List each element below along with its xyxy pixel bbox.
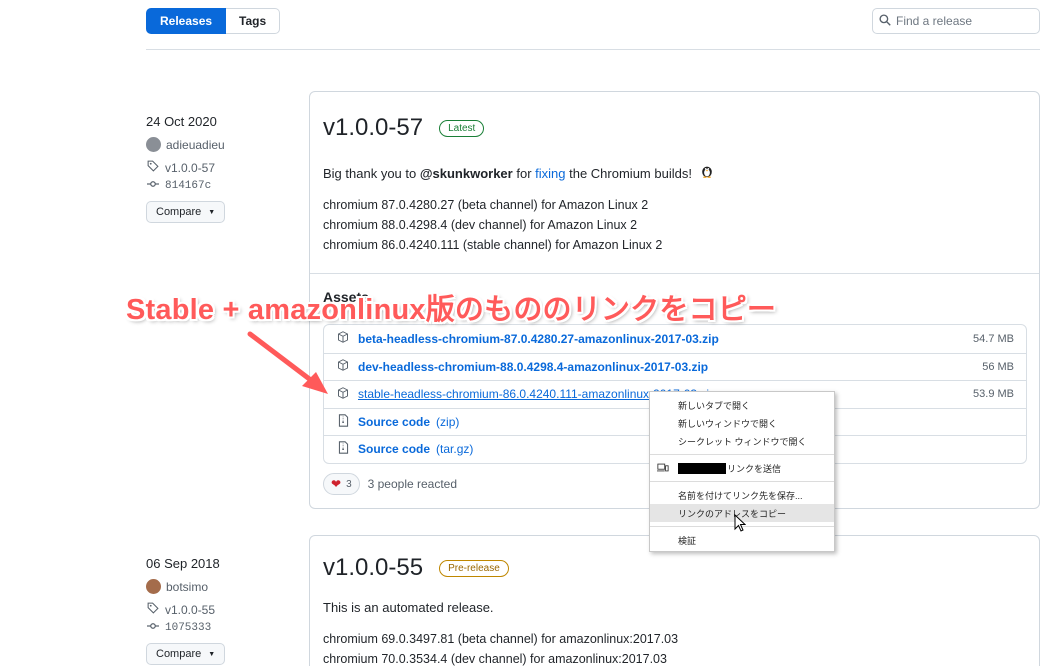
commit-sha: 814167c	[165, 180, 212, 192]
user-mention[interactable]: @skunkworker	[420, 166, 513, 181]
release-title[interactable]: v1.0.0-55	[323, 554, 423, 582]
note-line: chromium 70.0.3534.4 (dev channel) for a…	[323, 652, 667, 666]
compare-button[interactable]: Compare ▼	[146, 643, 226, 665]
avatar	[146, 579, 161, 594]
release-commit[interactable]: 1075333	[146, 621, 296, 635]
asset-row[interactable]: dev-headless-chromium-88.0.4298.4-amazon…	[324, 352, 1026, 381]
menu-open-new-tab[interactable]: 新しいタブで開く	[650, 396, 834, 414]
find-release-search[interactable]	[872, 8, 1040, 34]
menu-send-link-label: リンクを送信	[727, 463, 782, 474]
compare-button[interactable]: Compare ▼	[146, 201, 226, 223]
asset-format: (zip)	[436, 414, 460, 429]
menu-open-new-window[interactable]: 新しいウィンドウで開く	[650, 414, 834, 432]
reaction-count: 3	[346, 478, 352, 490]
compare-label: Compare	[156, 648, 202, 660]
commit-icon	[146, 179, 160, 193]
asset-name[interactable]: Source code	[358, 415, 430, 429]
chevron-down-icon: ▼	[208, 650, 216, 658]
heart-reaction-button[interactable]: ❤ 3	[323, 473, 360, 495]
commit-sha: 1075333	[165, 622, 212, 634]
release-title[interactable]: v1.0.0-57	[323, 114, 423, 142]
menu-save-link-as[interactable]: 名前を付けてリンク先を保存...	[650, 486, 834, 504]
commit-icon	[146, 621, 160, 635]
release-notes: chromium 69.0.3497.81 (beta channel) for…	[323, 629, 1025, 666]
tab-releases[interactable]: Releases	[146, 8, 227, 34]
desc-text: Big thank you to	[323, 166, 420, 181]
reactions: ❤ 3 3 people reacted	[323, 473, 457, 495]
menu-separator	[650, 481, 834, 482]
note-line: chromium 88.0.4298.4 (dev channel) for A…	[323, 218, 638, 232]
file-zip-icon	[336, 441, 350, 457]
redacted-device-name	[678, 462, 726, 474]
card-divider	[310, 273, 1039, 274]
annotation-arrow-icon	[247, 331, 328, 394]
menu-inspect[interactable]: 検証	[650, 531, 834, 549]
asset-format: (tar.gz)	[436, 442, 474, 457]
desc-text: for	[512, 166, 536, 181]
tag-icon	[146, 602, 160, 617]
author-name: adieuadieu	[166, 137, 225, 152]
mouse-cursor-icon	[734, 514, 746, 532]
avatar	[146, 137, 161, 152]
note-line: chromium 87.0.4280.27 (beta channel) for…	[323, 198, 649, 212]
header-divider	[146, 49, 1040, 50]
release-description: This is an automated release.	[323, 600, 494, 615]
latest-badge: Latest	[439, 119, 485, 137]
annotation-text: Stable + amazonlinux版のもののリンクをコピー	[126, 294, 777, 326]
menu-open-incognito[interactable]: シークレット ウィンドウで開く	[650, 432, 834, 450]
release-tabs: Releases Tags	[146, 8, 281, 34]
asset-name[interactable]: dev-headless-chromium-88.0.4298.4-amazon…	[358, 360, 708, 374]
tag-name: v1.0.0-55	[165, 602, 216, 617]
asset-name[interactable]: beta-headless-chromium-87.0.4280.27-amaz…	[358, 332, 719, 346]
menu-separator	[650, 454, 834, 455]
desc-text: the Chromium builds!	[565, 166, 692, 181]
tag-name: v1.0.0-57	[165, 160, 216, 175]
package-icon	[336, 359, 350, 374]
release-date: 06 Sep 2018	[146, 556, 220, 571]
chevron-down-icon: ▼	[208, 208, 216, 216]
tab-tags[interactable]: Tags	[226, 8, 281, 34]
release-description: Big thank you to @skunkworker for fixing…	[323, 164, 1025, 181]
file-zip-icon	[336, 414, 350, 430]
package-icon	[336, 386, 350, 402]
asset-size: 56 MB	[982, 360, 1014, 373]
release-meta-1: 24 Oct 2020 adieuadieu v1.0.0-57 814167c…	[146, 114, 296, 223]
release-tag[interactable]: v1.0.0-55	[146, 602, 296, 617]
asset-size: 54.7 MB	[973, 332, 1014, 345]
release-date: 24 Oct 2020	[146, 114, 217, 129]
package-icon	[336, 331, 350, 346]
search-input[interactable]	[896, 14, 1026, 28]
asset-row[interactable]: beta-headless-chromium-87.0.4280.27-amaz…	[324, 325, 1026, 353]
release-commit[interactable]: 814167c	[146, 179, 296, 193]
asset-size: 53.9 MB	[973, 388, 1014, 401]
device-icon	[657, 463, 669, 474]
author-name: botsimo	[166, 579, 209, 594]
release-notes: chromium 87.0.4280.27 (beta channel) for…	[323, 195, 1025, 255]
note-line: chromium 69.0.3497.81 (beta channel) for…	[323, 632, 679, 646]
release-author[interactable]: botsimo	[146, 579, 296, 594]
penguin-emoji-icon	[700, 166, 714, 181]
note-line: chromium 86.0.4240.111 (stable channel) …	[323, 238, 663, 252]
heart-icon: ❤	[331, 477, 342, 491]
release-card-2: v1.0.0-55 Pre-release This is an automat…	[309, 535, 1040, 666]
tag-icon	[146, 160, 160, 175]
reaction-summary: 3 people reacted	[367, 477, 458, 491]
release-tag[interactable]: v1.0.0-57	[146, 160, 296, 175]
asset-name[interactable]: Source code	[358, 442, 430, 456]
release-meta-2: 06 Sep 2018 botsimo v1.0.0-55 1075333 Co…	[146, 556, 296, 665]
search-icon	[879, 13, 891, 29]
fixing-link[interactable]: fixing	[535, 166, 565, 181]
menu-send-link[interactable]: リンクを送信	[650, 459, 834, 477]
prerelease-badge: Pre-release	[439, 559, 509, 577]
compare-label: Compare	[156, 206, 202, 218]
release-author[interactable]: adieuadieu	[146, 137, 296, 152]
